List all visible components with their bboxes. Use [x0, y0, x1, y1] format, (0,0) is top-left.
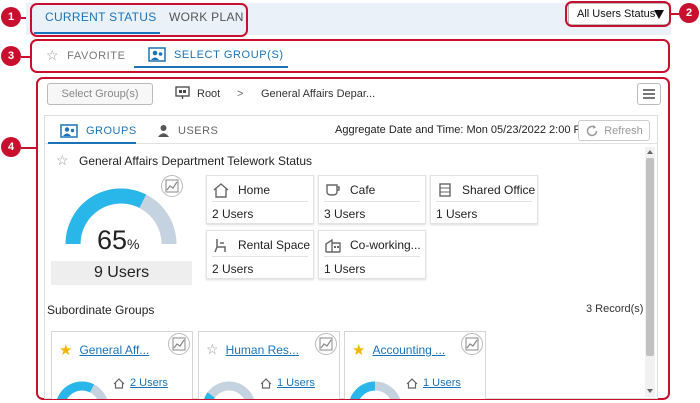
callout-frame-2: [565, 1, 671, 27]
department-percent-sign: %: [127, 236, 140, 252]
callout-frame-3: [30, 39, 670, 73]
refresh-button[interactable]: Refresh: [578, 120, 650, 141]
location-card-shared-office[interactable]: Shared Office 1 Users: [430, 175, 538, 224]
select-groups-button[interactable]: Select Group(s): [47, 83, 153, 105]
location-count: 1 Users: [436, 207, 478, 221]
subgroup-users-link[interactable]: 1 Users: [260, 377, 315, 389]
location-card-cafe[interactable]: Cafe 3 Users: [318, 175, 426, 224]
org-root-icon: [175, 86, 190, 99]
subgroup-users-link[interactable]: 2 Users: [113, 377, 168, 389]
subgroup-chart-button[interactable]: [168, 333, 190, 355]
subgroup-gauge: [57, 381, 107, 399]
scrollbar-thumb[interactable]: [646, 158, 654, 356]
home-icon: [406, 377, 418, 389]
department-users-count: 9 Users: [51, 261, 192, 285]
refresh-label: Refresh: [604, 124, 643, 137]
scroll-up-arrow-icon[interactable]: [647, 150, 653, 154]
subgroup-gauge: [350, 381, 400, 399]
trend-chart-icon: [172, 337, 186, 351]
user-icon: [158, 125, 169, 137]
location-count: 1 Users: [324, 262, 366, 276]
location-card-coworking[interactable]: Co-working... 1 Users: [318, 230, 426, 279]
location-name: Co-working...: [350, 238, 421, 252]
subgroup-gauge-fill: [350, 381, 376, 399]
breadcrumb-root[interactable]: Root: [197, 88, 220, 100]
subgroup-link[interactable]: Accounting ...: [372, 343, 445, 357]
location-count: 2 Users: [212, 207, 254, 221]
subgroup-gauge-fill: [204, 392, 216, 399]
breadcrumb-separator: >: [237, 88, 244, 100]
star-filled-icon[interactable]: ★: [59, 341, 72, 359]
coworking-icon: [325, 238, 341, 253]
aggregate-datetime: Aggregate Date and Time: Mon 05/23/2022 …: [335, 124, 590, 136]
subgroup-chart-button[interactable]: [315, 333, 337, 355]
subgroup-users-count: 1 Users: [277, 377, 315, 389]
subordinate-records-count: 3 Record(s): [586, 303, 644, 315]
tab-groups[interactable]: GROUPS: [60, 124, 137, 138]
breadcrumb-current[interactable]: General Affairs Depar...: [261, 88, 375, 100]
location-card-rental-space[interactable]: Rental Space 2 Users: [206, 230, 314, 279]
location-count: 2 Users: [212, 262, 254, 276]
department-favorite-star-icon[interactable]: ☆: [56, 152, 69, 169]
department-percent-value: 65: [97, 225, 128, 255]
cafe-icon: [326, 184, 340, 196]
tab-groups-indicator: [48, 142, 136, 144]
scroll-down-arrow-icon[interactable]: [647, 389, 653, 393]
list-view-button[interactable]: [637, 83, 661, 105]
location-name: Shared Office: [462, 183, 536, 197]
home-icon: [260, 377, 272, 389]
tab-users-label: USERS: [178, 124, 219, 137]
subgroup-gauge: [204, 381, 254, 399]
callout-badge-3: 3: [1, 46, 21, 66]
subgroup-link[interactable]: General Aff...: [79, 343, 149, 357]
refresh-icon: [587, 124, 598, 136]
callout-line-2: [670, 13, 680, 15]
view-tabs-divider: [44, 143, 658, 144]
trend-chart-icon: [319, 337, 333, 351]
location-name: Cafe: [350, 183, 376, 197]
callout-badge-2: 2: [679, 3, 699, 23]
home-icon: [113, 377, 125, 389]
star-outline-icon[interactable]: ☆: [206, 341, 219, 358]
callout-badge-4: 4: [1, 137, 21, 157]
subgroup-users-count: 2 Users: [130, 377, 168, 389]
trend-chart-icon: [465, 337, 479, 351]
location-card-home[interactable]: Home 2 Users: [206, 175, 314, 224]
subgroup-gauge-fill: [57, 381, 95, 399]
subgroup-users-count: 1 Users: [423, 377, 461, 389]
callout-badge-1: 1: [1, 7, 21, 27]
shared-office-icon: [439, 183, 451, 197]
star-filled-icon[interactable]: ★: [352, 341, 365, 359]
department-percent: 65%: [97, 225, 140, 256]
rental-space-icon: [214, 239, 226, 253]
subgroup-chart-button[interactable]: [461, 333, 483, 355]
subgroup-link[interactable]: Human Res...: [226, 343, 299, 357]
groups-icon: [60, 124, 78, 138]
location-name: Rental Space: [238, 238, 311, 252]
location-name: Home: [238, 183, 271, 197]
tab-users[interactable]: USERS: [157, 124, 218, 137]
callout-frame-1: [30, 3, 248, 37]
location-count: 3 Users: [324, 207, 366, 221]
tab-groups-label: GROUPS: [86, 125, 137, 137]
department-title: General Affairs Department Telework Stat…: [79, 154, 313, 168]
subordinate-groups-title: Subordinate Groups: [47, 303, 155, 317]
home-icon: [213, 183, 229, 198]
subgroup-users-link[interactable]: 1 Users: [406, 377, 461, 389]
callout-line-4: [21, 147, 37, 149]
